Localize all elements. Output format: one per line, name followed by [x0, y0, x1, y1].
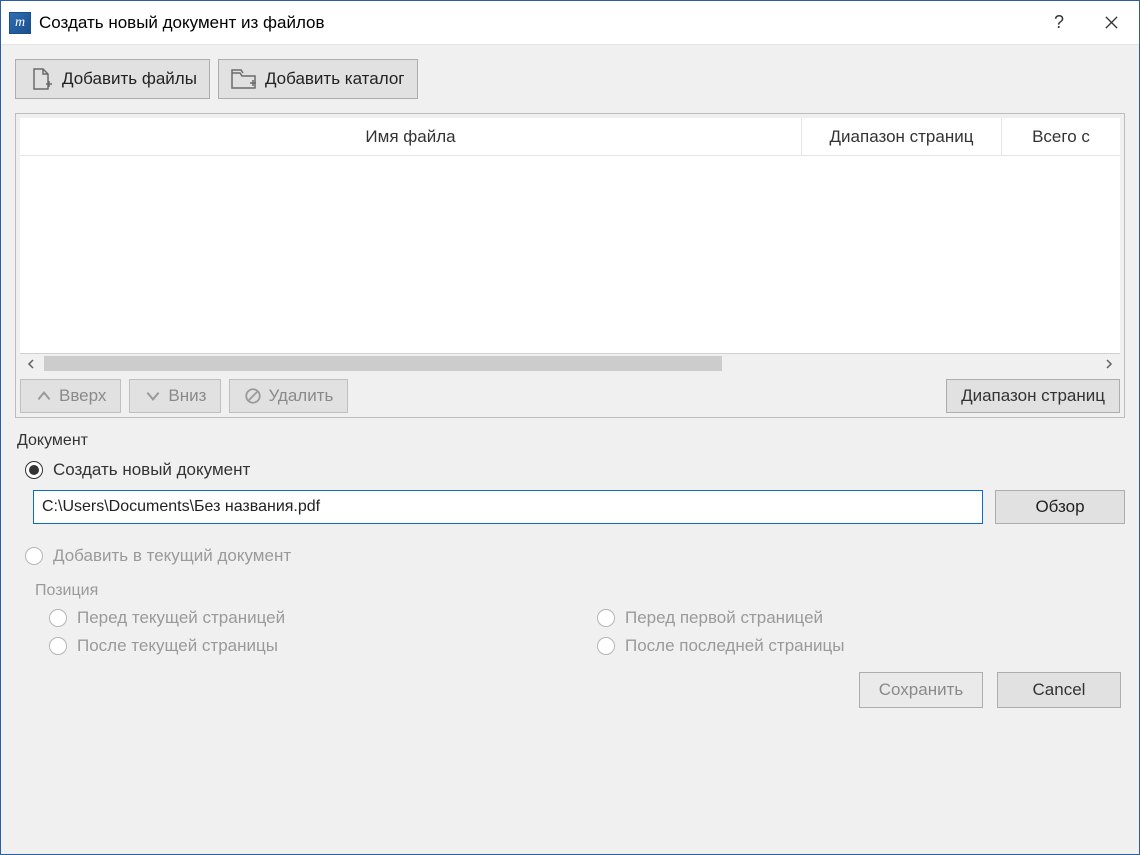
create-new-radio-row[interactable]: Создать новый документ — [25, 460, 1125, 480]
add-to-current-radio-row: Добавить в текущий документ — [25, 546, 1125, 566]
after-last-radio — [597, 637, 615, 655]
chevron-up-icon — [35, 387, 53, 405]
after-current-row: После текущей страницы — [49, 636, 567, 656]
add-folder-label: Добавить каталог — [265, 69, 405, 89]
before-current-label: Перед текущей страницей — [77, 608, 285, 628]
after-current-radio — [49, 637, 67, 655]
app-icon: m — [9, 12, 31, 34]
files-table: Имя файла Диапазон страниц Всего с — [20, 118, 1120, 353]
window-title: Создать новый документ из файлов — [39, 13, 1033, 33]
before-first-label: Перед первой страницей — [625, 608, 823, 628]
chevron-down-icon — [144, 387, 162, 405]
close-icon — [1104, 15, 1119, 30]
column-page-range[interactable]: Диапазон страниц — [802, 118, 1002, 155]
column-filename[interactable]: Имя файла — [20, 118, 802, 155]
table-header: Имя файла Диапазон страниц Всего с — [20, 118, 1120, 156]
add-files-label: Добавить файлы — [62, 69, 197, 89]
help-icon: ? — [1054, 12, 1064, 33]
before-current-row: Перед текущей страницей — [49, 608, 567, 628]
page-range-label: Диапазон страниц — [961, 386, 1105, 406]
folder-add-icon — [231, 68, 257, 90]
before-first-row: Перед первой страницей — [597, 608, 1115, 628]
prohibit-icon — [244, 387, 262, 405]
chevron-right-icon — [1104, 359, 1114, 369]
after-last-row: После последней страницы — [597, 636, 1115, 656]
column-total[interactable]: Всего с — [1002, 118, 1120, 155]
after-current-label: После текущей страницы — [77, 636, 278, 656]
file-add-icon — [28, 68, 54, 90]
reorder-buttons: Вверх Вниз Удалить Диапазон страниц — [20, 373, 1120, 413]
delete-button[interactable]: Удалить — [229, 379, 348, 413]
add-to-current-label: Добавить в текущий документ — [53, 546, 291, 566]
files-panel: Имя файла Диапазон страниц Всего с Вверх — [15, 113, 1125, 418]
save-button[interactable]: Сохранить — [859, 672, 983, 708]
dialog-footer: Сохранить Cancel — [15, 660, 1125, 710]
delete-label: Удалить — [268, 386, 333, 406]
move-down-button[interactable]: Вниз — [129, 379, 221, 413]
position-section: Позиция Перед текущей страницей Перед пе… — [33, 582, 1125, 660]
toolbar: Добавить файлы Добавить каталог — [15, 59, 1125, 99]
help-button[interactable]: ? — [1033, 1, 1085, 45]
add-folder-button[interactable]: Добавить каталог — [218, 59, 418, 99]
create-new-radio[interactable] — [25, 461, 43, 479]
before-first-radio — [597, 609, 615, 627]
titlebar: m Создать новый документ из файлов ? — [1, 1, 1139, 45]
move-up-label: Вверх — [59, 386, 106, 406]
add-to-current-radio — [25, 547, 43, 565]
add-files-button[interactable]: Добавить файлы — [15, 59, 210, 99]
horizontal-scrollbar[interactable] — [20, 353, 1120, 373]
close-button[interactable] — [1085, 1, 1137, 45]
browse-button[interactable]: Обзор — [995, 490, 1125, 524]
create-new-label: Создать новый документ — [53, 460, 250, 480]
output-path-input[interactable] — [33, 490, 983, 524]
scroll-track[interactable] — [42, 354, 1098, 373]
dialog-content: Добавить файлы Добавить каталог Имя файл… — [1, 45, 1139, 854]
scroll-right-arrow[interactable] — [1098, 354, 1120, 373]
before-current-radio — [49, 609, 67, 627]
move-up-button[interactable]: Вверх — [20, 379, 121, 413]
page-range-button[interactable]: Диапазон страниц — [946, 379, 1120, 413]
scroll-thumb[interactable] — [44, 356, 722, 371]
after-last-label: После последней страницы — [625, 636, 844, 656]
chevron-left-icon — [26, 359, 36, 369]
document-section-label: Документ — [17, 432, 1125, 450]
move-down-label: Вниз — [168, 386, 206, 406]
scroll-left-arrow[interactable] — [20, 354, 42, 373]
path-row: Обзор — [15, 490, 1125, 524]
cancel-button[interactable]: Cancel — [997, 672, 1121, 708]
position-section-label: Позиция — [33, 582, 1125, 604]
